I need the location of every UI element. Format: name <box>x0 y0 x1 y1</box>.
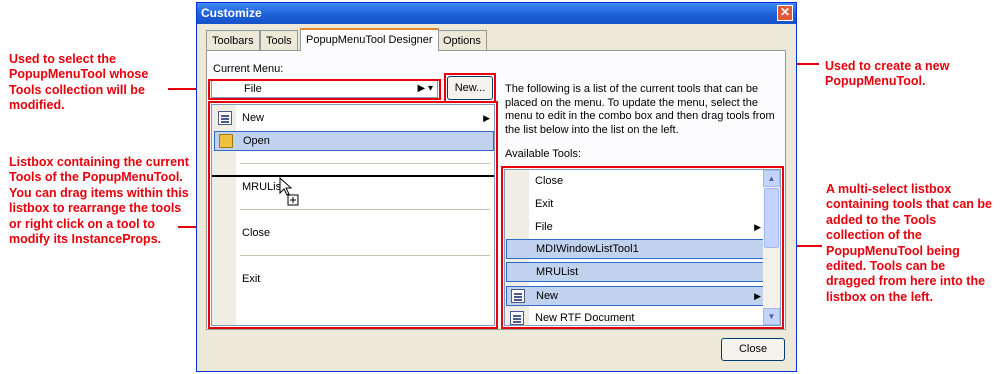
list-item-label: MDIWindowListTool1 <box>536 243 639 255</box>
list-item-label: MRUList <box>536 266 579 278</box>
list-item-label: New <box>536 290 559 302</box>
menu-separator <box>240 255 490 256</box>
description-text: The following is a list of the current t… <box>505 83 775 136</box>
new-annotation: Used to create a new PopupMenuTool. <box>825 59 950 89</box>
list-item-label: Exit <box>535 198 554 210</box>
list-item[interactable]: MDIWindowListTool1 <box>506 239 764 259</box>
tab-options[interactable]: Options <box>437 30 487 50</box>
combo-annotation: Used to select the PopupMenuTool whose T… <box>9 52 149 113</box>
tab-tools[interactable]: Tools <box>260 30 298 50</box>
list-item[interactable]: Exit <box>506 194 763 214</box>
list-item[interactable]: MRUList <box>506 262 764 282</box>
list-item[interactable]: File ▶ <box>506 217 763 237</box>
chevron-right-icon: ▶ <box>483 113 490 123</box>
tab-toolbars[interactable]: Toolbars <box>206 30 260 50</box>
menu-items-listbox[interactable]: New ▶ Open MRUList Close Exit <box>211 104 495 326</box>
list-item-label: Open <box>243 135 270 147</box>
chevron-down-icon[interactable]: ▶ ▾ <box>418 81 434 97</box>
list-item[interactable]: Exit <box>214 269 492 289</box>
list-item-label: New RTF Document <box>535 312 635 324</box>
list-item-label: Close <box>535 175 564 187</box>
list-item[interactable]: MRUList <box>214 177 492 197</box>
drop-indicator-line <box>212 175 494 177</box>
menu-separator <box>240 209 490 210</box>
scroll-down-icon[interactable]: ▼ <box>763 308 780 325</box>
title-bar: Customize ✕ <box>197 3 796 24</box>
doc-icon <box>510 311 524 325</box>
available-annotation: A multi-select listbox containing tools … <box>826 182 992 304</box>
doc-icon <box>218 111 232 125</box>
drag-cursor-icon <box>279 177 299 206</box>
vertical-scrollbar[interactable]: ▲ ▼ <box>763 170 780 325</box>
new-button[interactable]: New... <box>447 76 493 100</box>
chevron-right-icon: ▶ <box>754 222 761 232</box>
current-menu-combo[interactable]: File ▶ ▾ <box>211 80 438 98</box>
list-item[interactable]: New ▶ <box>214 108 492 128</box>
scroll-up-icon[interactable]: ▲ <box>763 170 780 187</box>
tab-popupmenutool-designer[interactable]: PopupMenuTool Designer <box>300 28 439 51</box>
available-tools-listbox[interactable]: Close Exit File ▶ MDIWindowListTool1 MRU… <box>504 169 781 326</box>
dialog-title: Customize <box>201 6 262 20</box>
list-item[interactable]: New ▶ <box>506 286 764 306</box>
list-item[interactable]: New RTF Document <box>506 308 763 325</box>
current-menu-label: Current Menu: <box>213 63 284 75</box>
list-item-label: New <box>242 112 265 124</box>
folder-open-icon <box>219 134 233 148</box>
list-item[interactable]: Close <box>506 171 763 191</box>
list-item[interactable]: Open <box>214 131 494 151</box>
list-item-label: Close <box>242 227 271 239</box>
list-item[interactable]: Close <box>214 223 492 243</box>
menu-separator <box>240 163 490 164</box>
close-icon[interactable]: ✕ <box>777 5 793 21</box>
doc-icon <box>511 289 525 303</box>
listbox-annotation: Listbox containing the current Tools of … <box>9 155 189 247</box>
chevron-right-icon: ▶ <box>754 291 761 301</box>
available-tools-label: Available Tools: <box>505 148 582 160</box>
current-menu-value: File <box>244 83 262 95</box>
list-item-label: File <box>535 221 553 233</box>
scroll-thumb[interactable] <box>764 188 779 248</box>
close-button[interactable]: Close <box>721 338 785 361</box>
list-item-label: Exit <box>242 273 261 285</box>
